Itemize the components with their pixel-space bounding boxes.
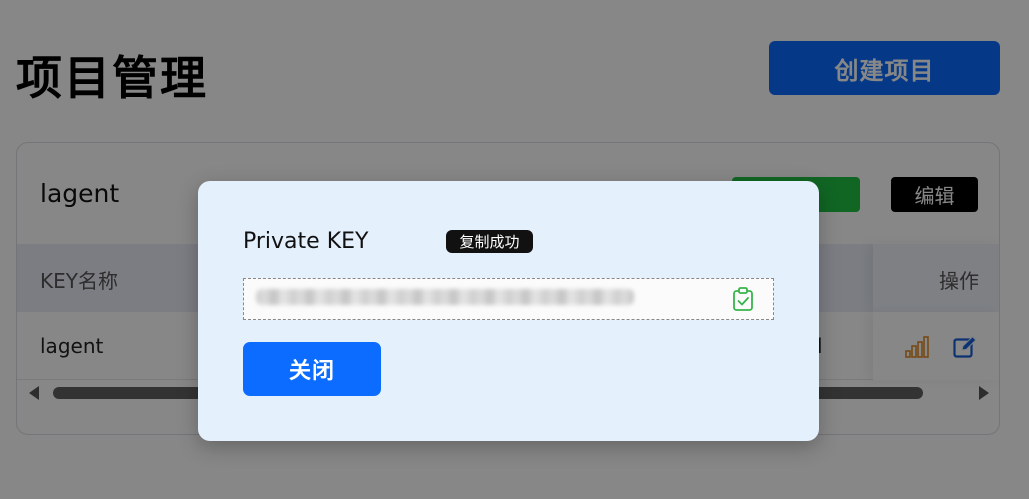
private-key-field[interactable] xyxy=(243,278,774,320)
private-key-dialog: Private KEY 复制成功 关闭 xyxy=(198,181,819,441)
copy-success-toast: 复制成功 xyxy=(446,230,533,253)
private-key-label: Private KEY xyxy=(243,229,369,254)
close-button[interactable]: 关闭 xyxy=(243,342,381,396)
clipboard-check-icon[interactable] xyxy=(732,287,754,315)
private-key-value-blurred xyxy=(256,289,634,305)
